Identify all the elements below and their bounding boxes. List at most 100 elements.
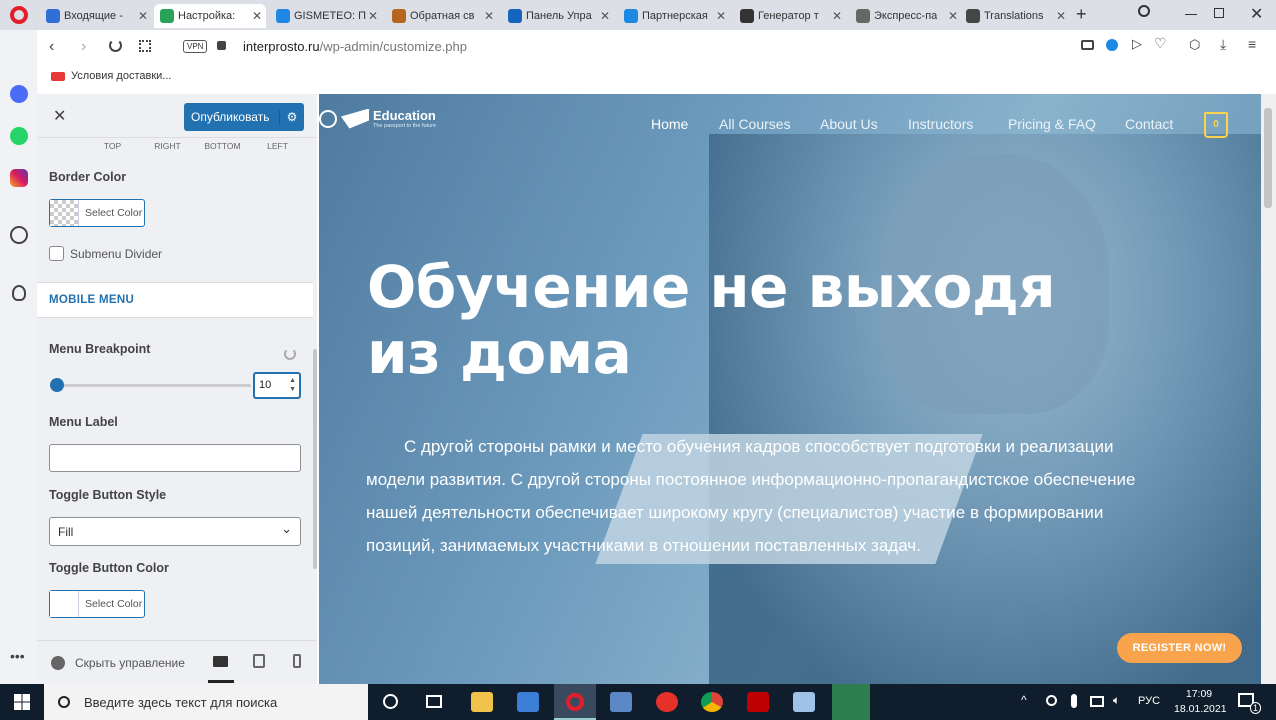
taskbar-search[interactable]: Введите здесь текст для поиска — [44, 684, 368, 720]
tab-close-icon[interactable]: ✕ — [1056, 9, 1066, 23]
tray-network-icon[interactable] — [1090, 696, 1104, 707]
vpn-badge[interactable]: VPN — [183, 40, 208, 53]
border-color-picker[interactable]: Select Color — [49, 199, 145, 227]
speed-dial-icon[interactable] — [139, 40, 151, 52]
browser-tab[interactable]: Партнерская ✕ — [618, 4, 730, 28]
nav-link[interactable]: Instructors — [908, 116, 973, 132]
whatsapp-icon[interactable] — [10, 127, 28, 145]
reset-icon[interactable] — [284, 348, 296, 360]
download-icon[interactable]: ⤓ — [1220, 36, 1226, 53]
tray-mic-icon[interactable] — [1071, 694, 1077, 708]
register-button[interactable]: REGISTER NOW! — [1117, 633, 1242, 663]
notepad-icon[interactable] — [793, 692, 815, 712]
browser-tab[interactable]: Генератор т ✕ — [734, 4, 846, 28]
breakpoint-slider-track[interactable] — [55, 384, 251, 387]
page-scrollbar[interactable] — [1261, 94, 1276, 684]
instagram-icon[interactable] — [10, 169, 28, 187]
menu-icon[interactable]: ≡ — [1248, 36, 1256, 52]
tab-close-icon[interactable]: ✕ — [484, 9, 494, 23]
cube-icon[interactable]: ⬡ — [1189, 37, 1200, 53]
tray-sync-icon[interactable] — [1046, 695, 1057, 706]
send-icon[interactable]: ▷ — [1132, 36, 1142, 52]
tab-close-icon[interactable]: ✕ — [368, 9, 378, 23]
close-customizer-icon[interactable]: ✕ — [53, 106, 66, 126]
stepper-arrows-icon[interactable]: ▲ ▼ — [289, 376, 296, 394]
browser-tab[interactable]: Панель Упра ✕ — [502, 4, 614, 28]
address-bar: ‹ › VPN interprosto.ru/wp-admin/customiz… — [37, 30, 1276, 64]
nav-link[interactable]: About Us — [820, 116, 878, 132]
cortana-icon[interactable] — [383, 694, 398, 709]
minimize-icon[interactable] — [1185, 14, 1197, 15]
tab-close-icon[interactable]: ✕ — [138, 9, 148, 23]
browser-tab[interactable]: GISMETEO: П ✕ — [270, 4, 382, 28]
tab-close-icon[interactable]: ✕ — [252, 9, 262, 23]
tab-close-icon[interactable]: ✕ — [832, 9, 842, 23]
bookmark-item[interactable]: Условия доставки... — [51, 70, 171, 82]
task-view-icon[interactable] — [426, 695, 442, 708]
tray-expand-icon[interactable]: ^ — [1021, 693, 1027, 707]
reload-icon[interactable] — [109, 39, 122, 52]
browser-tab[interactable]: Настройка: ✕ — [154, 4, 266, 28]
restore-icon[interactable] — [1214, 8, 1224, 18]
opera-logo-icon[interactable] — [10, 6, 28, 24]
browser-tab[interactable]: Обратная св ✕ — [386, 4, 498, 28]
tray-volume-icon[interactable]: 🔈︎ — [1113, 693, 1120, 708]
url-field[interactable]: interprosto.ru/wp-admin/customize.php — [243, 39, 467, 54]
cart-button[interactable]: 0 — [1204, 112, 1228, 138]
filezilla-icon[interactable] — [747, 692, 769, 712]
browser-tab[interactable]: Translations ✕ — [960, 4, 1070, 28]
bulb-icon[interactable] — [12, 285, 26, 301]
menu-label-input[interactable] — [49, 444, 301, 472]
hide-controls-button[interactable]: Скрыть управление — [75, 656, 185, 670]
tab-close-icon[interactable]: ✕ — [600, 9, 610, 23]
tablet-preview-icon[interactable] — [253, 654, 265, 668]
breakpoint-slider-handle[interactable] — [50, 378, 64, 392]
calendar-icon[interactable] — [610, 692, 632, 712]
submenu-divider-checkbox[interactable] — [49, 246, 64, 261]
nav-link[interactable]: Pricing & FAQ — [1008, 116, 1096, 132]
messenger-icon[interactable] — [10, 85, 28, 103]
publish-button[interactable]: Опубликовать ⚙ — [184, 103, 304, 131]
breakpoint-number-input[interactable]: 10 ▲ ▼ — [253, 372, 301, 399]
player-icon[interactable] — [10, 226, 28, 244]
site-logo[interactable]: Education The passport to the future — [319, 108, 436, 129]
active-app-icon[interactable] — [832, 684, 870, 720]
mail-icon[interactable] — [517, 692, 539, 712]
tab-close-icon[interactable]: ✕ — [948, 9, 958, 23]
browser-tab[interactable]: Экспресс-па ✕ — [850, 4, 962, 28]
yandex-icon[interactable] — [656, 692, 678, 712]
tray-language[interactable]: РУС — [1138, 695, 1160, 707]
windows-start-icon[interactable] — [14, 694, 30, 710]
submenu-divider-toggle[interactable]: Submenu Divider — [49, 246, 162, 261]
heart-icon[interactable]: ♡ — [1154, 35, 1167, 52]
forward-icon[interactable]: › — [81, 38, 86, 56]
camera-icon[interactable] — [1081, 40, 1094, 50]
publish-settings-icon[interactable]: ⚙ — [279, 110, 304, 124]
back-icon[interactable]: ‹ — [49, 38, 54, 56]
collapse-icon[interactable] — [51, 656, 65, 670]
mobile-preview-icon[interactable] — [293, 654, 301, 668]
close-window-icon[interactable]: ✕ — [1250, 4, 1263, 24]
tray-clock[interactable]: 17:09 18.01.2021 — [1174, 687, 1227, 717]
tab-close-icon[interactable]: ✕ — [716, 9, 726, 23]
more-icon[interactable]: ••• — [10, 648, 25, 664]
scroll-thumb[interactable] — [1264, 108, 1272, 208]
tab-favicon-icon — [46, 9, 60, 23]
tab-title: GISMETEO: П — [294, 10, 367, 22]
search-tabs-icon[interactable] — [1138, 5, 1150, 17]
nav-link[interactable]: Home — [651, 116, 688, 132]
bookmark-label: Условия доставки... — [71, 70, 172, 82]
toggle-style-select[interactable]: Fill ⌄ — [49, 517, 301, 546]
file-explorer-icon[interactable] — [471, 692, 493, 712]
breakpoint-value: 10 — [259, 379, 272, 391]
desktop-preview-icon[interactable] — [213, 656, 228, 667]
chrome-icon[interactable] — [701, 692, 723, 712]
toggle-color-picker[interactable]: Select Color — [49, 590, 145, 618]
shield-icon[interactable] — [1106, 39, 1118, 51]
new-tab-icon[interactable]: + — [1076, 4, 1087, 25]
nav-link[interactable]: All Courses — [719, 116, 791, 132]
mobile-menu-section[interactable]: MOBILE MENU — [37, 282, 313, 318]
customizer-scrollbar[interactable] — [313, 349, 317, 569]
nav-link[interactable]: Contact — [1125, 116, 1173, 132]
browser-tab[interactable]: Входящие - ✕ — [40, 4, 152, 28]
